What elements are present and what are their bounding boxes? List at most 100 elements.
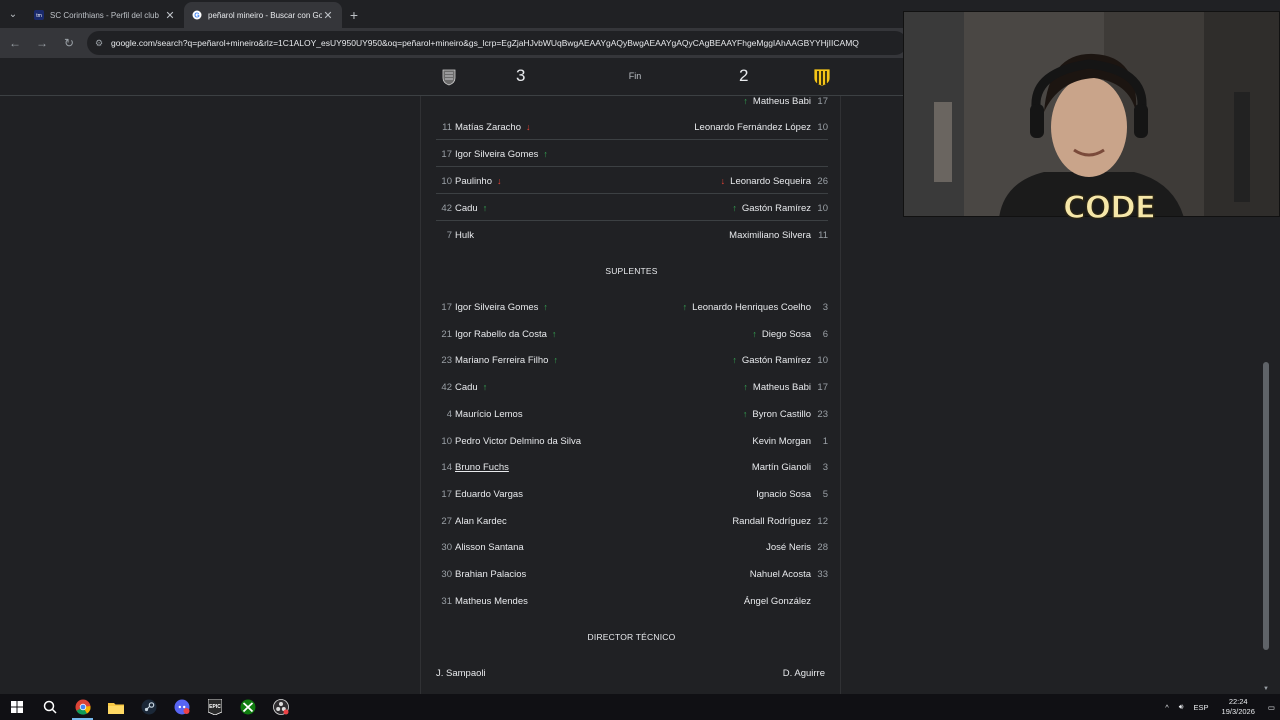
away-player-name-text: Maximiliano Silvera xyxy=(729,230,811,241)
notifications-icon[interactable]: ▭ xyxy=(1268,703,1275,712)
tray-overflow-icon[interactable]: ^ xyxy=(1165,703,1169,712)
away-player-name[interactable]: ↑ Matheus Babi xyxy=(743,382,811,393)
home-player-name[interactable]: Igor Silveira Gomes ↑ xyxy=(455,302,548,313)
home-score: 3 xyxy=(516,66,526,85)
tab-google-search[interactable]: G peñarol mineiro - Buscar con Google ✕ xyxy=(184,2,342,28)
away-player-number: 3 xyxy=(822,462,828,474)
away-player-name[interactable]: ↓ Leonardo Sequeira xyxy=(721,176,811,187)
volume-icon[interactable]: 🔊︎ xyxy=(1179,702,1184,712)
home-player-number: 14 xyxy=(441,462,452,474)
xbox-button[interactable] xyxy=(231,694,264,720)
clock[interactable]: 22:24 19/3/2026 xyxy=(1222,697,1255,717)
away-player-name[interactable]: ↑ Matheus Babi xyxy=(743,96,811,107)
player-row: 42 Cadu ↑ ↑ Gastón Ramírez 10 xyxy=(436,195,828,221)
away-player-name[interactable]: ↑ Gastón Ramírez xyxy=(732,355,811,366)
steam-button[interactable] xyxy=(132,694,165,720)
clock-date: 19/3/2026 xyxy=(1221,707,1255,716)
away-player-number: 10 xyxy=(817,122,828,133)
search-button[interactable] xyxy=(33,694,66,720)
corinthians-favicon-icon: tm xyxy=(34,10,44,20)
windows-logo-icon xyxy=(10,701,23,713)
home-player-name[interactable]: Igor Silveira Gomes ↑ xyxy=(455,149,548,160)
file-explorer-button[interactable] xyxy=(99,694,132,720)
away-player-name[interactable]: José Neris xyxy=(766,542,811,553)
home-player-name[interactable]: Mariano Ferreira Filho ↑ xyxy=(455,355,558,366)
home-player-name[interactable]: Matheus Mendes xyxy=(455,596,528,607)
away-player-name[interactable]: Martín Gianoli xyxy=(752,462,811,473)
home-player-name[interactable]: Maurício Lemos xyxy=(455,409,523,420)
close-tab-icon[interactable]: ✕ xyxy=(322,9,334,22)
tab-search-button[interactable]: ⌄ xyxy=(0,0,26,28)
player-row: 4 Maurício Lemos ↑ Byron Castillo 23 xyxy=(436,401,828,427)
sub-in-arrow-icon: ↑ xyxy=(743,382,748,393)
folder-icon xyxy=(107,702,124,714)
home-player-name[interactable]: Cadu ↑ xyxy=(455,203,487,214)
close-tab-icon[interactable]: ✕ xyxy=(164,9,176,22)
language-indicator[interactable]: ESP xyxy=(1194,703,1209,712)
sub-in-arrow-icon: ↑ xyxy=(482,203,488,213)
home-player-name[interactable]: Alisson Santana xyxy=(455,542,524,553)
away-player-name[interactable]: Nahuel Acosta xyxy=(750,569,811,580)
away-player-name[interactable]: Maximiliano Silvera xyxy=(729,230,811,241)
home-player-name[interactable]: Igor Rabello da Costa ↑ xyxy=(455,329,556,340)
sub-in-arrow-icon: ↑ xyxy=(742,408,748,419)
penarol-crest-icon[interactable] xyxy=(813,67,831,87)
away-player-name[interactable]: Randall Rodríguez xyxy=(732,516,811,527)
match-status: Fin xyxy=(628,71,642,81)
scrollbar-thumb[interactable] xyxy=(1263,362,1269,650)
away-player-name[interactable]: Kevin Morgan xyxy=(752,436,811,447)
home-player-name[interactable]: Alan Kardec xyxy=(455,516,507,527)
site-info-icon[interactable]: ⚙ xyxy=(95,38,105,48)
away-player-number: 17 xyxy=(817,96,828,107)
atletico-mineiro-crest-icon[interactable] xyxy=(441,68,457,86)
home-player-number: 17 xyxy=(441,302,452,313)
home-player-name[interactable]: Eduardo Vargas xyxy=(455,489,523,500)
reload-button[interactable]: ↻ xyxy=(57,31,81,55)
address-bar[interactable]: ⚙ google.com/search?q=peñarol+mineiro&rl… xyxy=(87,31,907,55)
substitutes-heading: SUPLENTES xyxy=(605,266,658,276)
scroll-down-icon[interactable]: ▼ xyxy=(1263,686,1269,692)
svg-text:tm: tm xyxy=(36,13,42,19)
home-player-name-text: Alan Kardec xyxy=(455,515,507,527)
away-player-name[interactable]: ↑ Leonardo Henriques Coelho xyxy=(683,302,811,313)
away-player-number: 26 xyxy=(817,176,828,187)
sub-in-arrow-icon: ↑ xyxy=(543,302,548,312)
new-tab-button[interactable]: + xyxy=(342,2,366,28)
home-player-name[interactable]: Brahian Palacios xyxy=(455,569,526,580)
away-player-name[interactable]: Ángel González xyxy=(744,596,811,607)
home-coach[interactable]: J. Sampaoli xyxy=(436,668,486,679)
sub-out-arrow-icon: ↓ xyxy=(496,176,502,186)
sub-in-arrow-icon: ↑ xyxy=(543,149,548,159)
away-player-name[interactable]: Leonardo Fernández López xyxy=(694,122,811,133)
search-icon xyxy=(43,700,57,714)
epic-games-button[interactable]: EPIC xyxy=(198,694,231,720)
home-player-name[interactable]: Pedro Victor Delmino da Silva xyxy=(455,436,581,447)
chrome-taskbar-button[interactable] xyxy=(66,694,99,720)
home-player-name[interactable]: Cadu ↑ xyxy=(455,382,487,393)
home-player-name[interactable]: Matías Zaracho ↓ xyxy=(455,122,531,133)
tab-corinthians[interactable]: tm SC Corinthians - Perfil del club ✕ xyxy=(26,2,184,28)
away-player-name-text: Matheus Babi xyxy=(752,96,811,107)
away-player-name[interactable]: ↑ Diego Sosa xyxy=(752,329,811,340)
home-player-name[interactable]: Hulk xyxy=(455,230,474,241)
sub-in-arrow-icon: ↑ xyxy=(682,302,688,312)
player-row: 7 Hulk Maximiliano Silvera 11 xyxy=(436,222,828,248)
away-player-name[interactable]: ↑ Byron Castillo xyxy=(743,409,811,420)
discord-button[interactable] xyxy=(165,694,198,720)
home-player-name[interactable]: Bruno Fuchs xyxy=(455,462,509,473)
obs-button[interactable] xyxy=(264,694,297,720)
obs-icon xyxy=(272,699,289,715)
home-player-name[interactable]: Paulinho ↓ xyxy=(455,176,501,187)
forward-button[interactable]: → xyxy=(30,31,54,55)
away-coach[interactable]: D. Aguirre xyxy=(783,668,825,679)
home-player-number: 10 xyxy=(441,176,452,187)
away-player-name[interactable]: ↑ Gastón Ramírez xyxy=(732,203,811,214)
discord-icon xyxy=(174,699,189,715)
player-row: 10 Pedro Victor Delmino da Silva Kevin Mor… xyxy=(436,428,828,454)
away-player-name[interactable]: Ignacio Sosa xyxy=(756,489,811,500)
home-player-name-text: Mariano Ferreira Filho xyxy=(455,355,549,367)
start-button[interactable] xyxy=(0,694,33,720)
sub-out-arrow-icon: ↓ xyxy=(526,122,531,132)
away-score: 2 xyxy=(739,66,749,85)
back-button[interactable]: ← xyxy=(3,31,27,55)
